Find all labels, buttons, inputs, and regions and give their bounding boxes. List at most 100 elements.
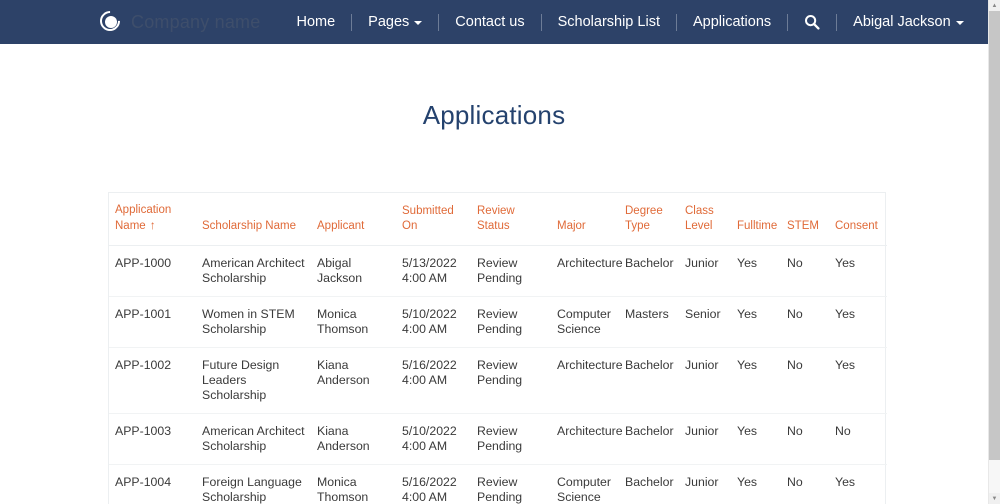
nav-item-scholarship-list[interactable]: Scholarship List [542,0,676,44]
column-header-application-name[interactable]: Application Name↑ [109,193,196,246]
column-header-consent[interactable]: Consent [829,193,887,246]
cell-consent: Yes [829,348,887,414]
nav-item-home-label: Home [296,0,335,44]
column-header-degree-type-label: Degree Type [625,205,663,232]
column-header-degree-type[interactable]: Degree Type [619,193,679,246]
cell-submitted-on: 5/16/2022 4:00 AM [396,465,471,504]
cell-applicant: Kiana Anderson [311,414,396,465]
nav-item-contact-us[interactable]: Contact us [439,0,540,44]
column-header-applicant[interactable]: Applicant [311,193,396,246]
brand-logo-area[interactable]: Company name [100,11,260,33]
column-header-scholarship-name-label: Scholarship Name [202,220,296,232]
applications-table-container: Application Name↑ Scholarship Name Appli… [108,192,886,504]
cell-submitted-on: 5/10/2022 4:00 AM [396,414,471,465]
nav-item-applications-label: Applications [693,0,771,44]
cell-application-name: APP-1002 [109,348,196,414]
nav-links: Home Pages Contact us Scholarship List A… [280,0,979,44]
table-row[interactable]: APP-1004Foreign Language ScholarshipMoni… [109,465,887,504]
table-row[interactable]: APP-1002Future Design Leaders Scholarshi… [109,348,887,414]
cell-scholarship-name: American Architect Scholarship [196,246,311,297]
cell-scholarship-name: Future Design Leaders Scholarship [196,348,311,414]
table-header-row: Application Name↑ Scholarship Name Appli… [109,193,887,246]
cell-review-status: Review Pending [471,246,551,297]
circle-target-icon [100,11,122,33]
cell-application-name: APP-1000 [109,246,196,297]
cell-fulltime: Yes [731,348,781,414]
cell-fulltime: Yes [731,246,781,297]
cell-major: Architecture [551,348,619,414]
cell-major: Architecture [551,246,619,297]
column-header-fulltime[interactable]: Fulltime [731,193,781,246]
column-header-scholarship-name[interactable]: Scholarship Name [196,193,311,246]
cell-stem: No [781,348,829,414]
brand-name-label: Company name [131,12,260,33]
cell-fulltime: Yes [731,297,781,348]
column-header-class-level[interactable]: Class Level [679,193,731,246]
user-menu-label: Abigal Jackson [853,0,951,44]
sort-ascending-icon: ↑ [150,218,156,232]
user-menu[interactable]: Abigal Jackson [837,0,980,44]
applications-table-body: APP-1000American Architect ScholarshipAb… [109,246,887,504]
column-header-major-label: Major [557,220,586,232]
column-header-fulltime-label: Fulltime [737,220,777,232]
cell-consent: Yes [829,297,887,348]
column-header-consent-label: Consent [835,220,878,232]
cell-fulltime: Yes [731,414,781,465]
cell-review-status: Review Pending [471,465,551,504]
top-navigation-bar: Company name Home Pages Contact us Schol… [0,0,988,44]
cell-review-status: Review Pending [471,297,551,348]
cell-submitted-on: 5/10/2022 4:00 AM [396,297,471,348]
cell-submitted-on: 5/13/2022 4:00 AM [396,246,471,297]
cell-class-level: Junior [679,414,731,465]
scrollbar-up-arrow-icon[interactable]: ▲ [989,0,1000,11]
nav-item-contact-us-label: Contact us [455,0,524,44]
cell-scholarship-name: Women in STEM Scholarship [196,297,311,348]
cell-class-level: Junior [679,465,731,504]
cell-degree-type: Bachelor [619,348,679,414]
nav-item-pages[interactable]: Pages [352,0,438,44]
cell-class-level: Junior [679,348,731,414]
cell-review-status: Review Pending [471,348,551,414]
chevron-down-icon [414,21,422,25]
cell-stem: No [781,465,829,504]
cell-class-level: Senior [679,297,731,348]
scrollbar-down-arrow-icon[interactable]: ▼ [989,493,1000,504]
cell-scholarship-name: American Architect Scholarship [196,414,311,465]
column-header-submitted-on[interactable]: Submitted On [396,193,471,246]
cell-consent: Yes [829,465,887,504]
column-header-application-name-label: Application Name [115,204,171,232]
table-row[interactable]: APP-1000American Architect ScholarshipAb… [109,246,887,297]
nav-item-home[interactable]: Home [280,0,351,44]
cell-major: Architecture [551,414,619,465]
page-scrollbar[interactable]: ▲ ▼ [988,0,1000,504]
page-viewport: Company name Home Pages Contact us Schol… [0,0,988,504]
cell-degree-type: Bachelor [619,414,679,465]
table-row[interactable]: APP-1003American Architect ScholarshipKi… [109,414,887,465]
chevron-down-icon [956,21,964,25]
cell-applicant: Monica Thomson [311,465,396,504]
cell-major: Computer Science [551,465,619,504]
scrollbar-thumb[interactable] [989,11,1000,460]
cell-consent: Yes [829,246,887,297]
column-header-stem-label: STEM [787,220,819,232]
cell-fulltime: Yes [731,465,781,504]
cell-consent: No [829,414,887,465]
cell-applicant: Monica Thomson [311,297,396,348]
cell-scholarship-name: Foreign Language Scholarship [196,465,311,504]
cell-applicant: Abigal Jackson [311,246,396,297]
column-header-stem[interactable]: STEM [781,193,829,246]
cell-application-name: APP-1001 [109,297,196,348]
nav-item-scholarship-list-label: Scholarship List [558,0,660,44]
cell-major: Computer Science [551,297,619,348]
column-header-major[interactable]: Major [551,193,619,246]
column-header-class-level-label: Class Level [685,205,714,232]
table-row[interactable]: APP-1001Women in STEM ScholarshipMonica … [109,297,887,348]
search-icon[interactable] [788,14,836,30]
cell-stem: No [781,246,829,297]
nav-item-pages-label: Pages [368,0,409,44]
cell-degree-type: Bachelor [619,246,679,297]
column-header-review-status[interactable]: Review Status [471,193,551,246]
cell-stem: No [781,414,829,465]
nav-item-applications[interactable]: Applications [677,0,787,44]
applications-table: Application Name↑ Scholarship Name Appli… [109,193,887,504]
